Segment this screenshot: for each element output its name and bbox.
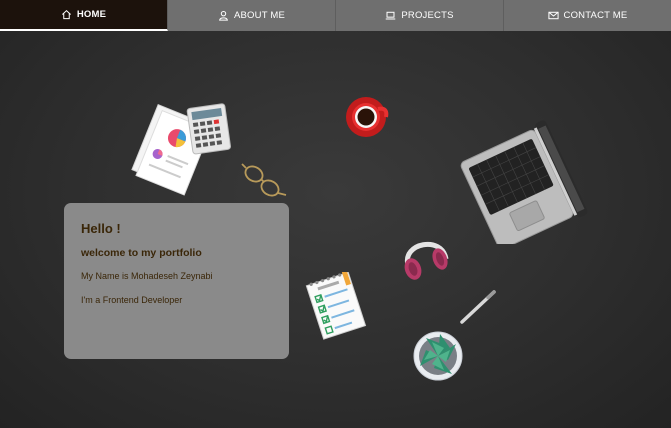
nav-about-me-label: ABOUT ME bbox=[233, 10, 286, 21]
nav-projects[interactable]: PROJECTS bbox=[336, 0, 504, 31]
glasses-illustration bbox=[241, 163, 287, 197]
pen-illustration bbox=[460, 290, 496, 324]
name-text: My Name is Mohadeseh Zeynabi bbox=[81, 271, 213, 281]
laptop-icon bbox=[386, 11, 396, 20]
greeting-heading: Hello ! bbox=[81, 221, 121, 236]
home-icon bbox=[61, 9, 71, 20]
nav-home-label: HOME bbox=[76, 9, 107, 20]
envelope-icon bbox=[547, 11, 559, 20]
documents-and-calculator-illustration bbox=[131, 103, 231, 196]
nav-contact-me-label: CONTACT ME bbox=[563, 10, 628, 21]
laptop-illustration bbox=[460, 120, 588, 244]
nav-contact-me[interactable]: CONTACT ME bbox=[504, 0, 671, 31]
potted-plant-illustration bbox=[413, 331, 463, 381]
top-navigation: HOME ABOUT ME PROJECTS CONTACT ME bbox=[0, 0, 671, 31]
intro-card: Hello ! welcome to my portfolio My Name … bbox=[64, 203, 289, 359]
nav-projects-label: PROJECTS bbox=[401, 10, 454, 21]
nav-home[interactable]: HOME bbox=[0, 0, 168, 31]
role-text: I'm a Frontend Developer bbox=[81, 295, 183, 305]
coffee-cup-illustration bbox=[346, 97, 389, 137]
welcome-subheading: welcome to my portfolio bbox=[81, 247, 202, 259]
user-icon bbox=[219, 10, 228, 21]
nav-about-me[interactable]: ABOUT ME bbox=[168, 0, 336, 31]
headphones-illustration bbox=[404, 241, 449, 280]
checklist-notepad-illustration bbox=[305, 272, 367, 340]
